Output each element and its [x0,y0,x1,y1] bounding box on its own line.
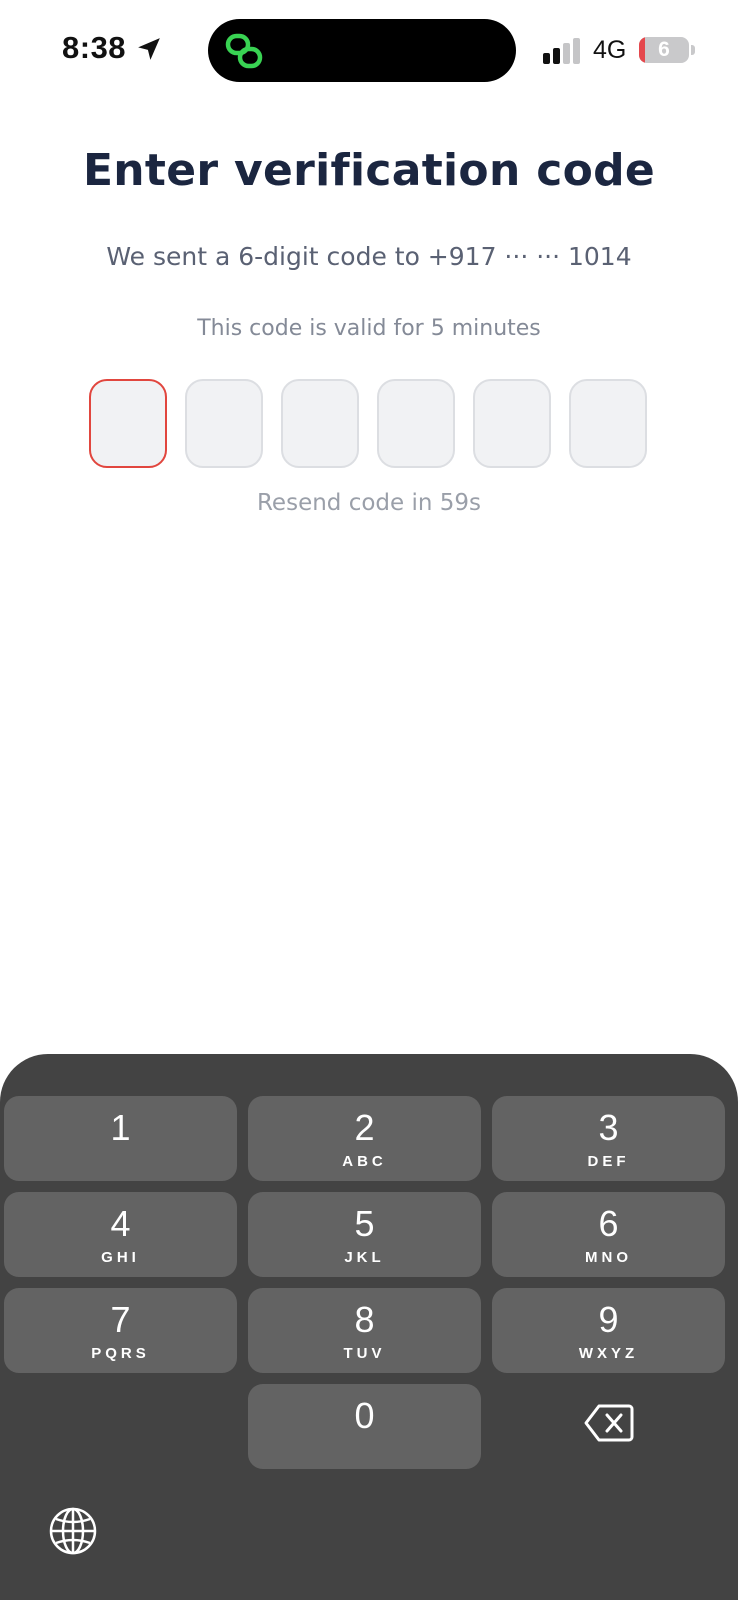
resend-timer: Resend code in 59s [256,490,482,516]
key-0[interactable]: 0 [248,1384,481,1469]
battery-cap [691,45,695,55]
numeric-keyboard: 1 2 ABC 3 DEF 4 GHI 5 JKL 6 MNO 7 PQRS 8 [0,1054,738,1600]
key-digit: 0 [354,1395,375,1436]
network-type: 4G [593,36,627,64]
key-letters: PQRS [91,1345,150,1362]
cellular-signal-icon [543,38,580,64]
key-digit: 5 [354,1203,375,1244]
code-digit-box-2[interactable] [185,379,263,468]
code-digit-box-1[interactable] [89,379,167,468]
key-letters: DEF [587,1153,630,1170]
key-7[interactable]: 7 PQRS [4,1288,237,1373]
key-digit: 3 [598,1107,619,1148]
key-letters: JKL [344,1249,385,1266]
key-letters: ABC [342,1153,387,1170]
key-letters: MNO [585,1249,632,1266]
key-letters: TUV [343,1345,386,1362]
key-digit: 2 [354,1107,375,1148]
code-digit-box-6[interactable] [569,379,647,468]
app-link-icon [225,33,263,69]
key-letters: GHI [101,1249,140,1266]
dynamic-island[interactable] [208,19,516,82]
key-3[interactable]: 3 DEF [492,1096,725,1181]
key-digit: 7 [110,1299,131,1340]
key-2[interactable]: 2 ABC [248,1096,481,1181]
code-digit-box-4[interactable] [377,379,455,468]
key-6[interactable]: 6 MNO [492,1192,725,1277]
status-time: 8:38 [62,30,127,65]
key-1[interactable]: 1 [4,1096,237,1181]
key-digit: 9 [598,1299,619,1340]
battery-level: 6 [658,38,670,61]
validity-message: This code is valid for 5 minutes [197,316,541,341]
key-letters: WXYZ [578,1345,639,1362]
sent-message: We sent a 6-digit code to +917 ··· ··· 1… [106,242,632,271]
key-5[interactable]: 5 JKL [248,1192,481,1277]
verification-screen: 8:38 4G 6 Enter verification code We sen… [0,0,738,1600]
code-digit-box-3[interactable] [281,379,359,468]
key-digit: 1 [110,1107,131,1148]
delete-icon[interactable] [584,1403,634,1443]
key-digit: 4 [110,1203,131,1244]
code-input-row [89,379,649,469]
globe-icon[interactable] [48,1506,98,1556]
key-9[interactable]: 9 WXYZ [492,1288,725,1373]
battery-icon: 6 [639,37,689,63]
page-title: Enter verification code [82,145,656,196]
key-4[interactable]: 4 GHI [4,1192,237,1277]
key-digit: 8 [354,1299,375,1340]
code-digit-box-5[interactable] [473,379,551,468]
key-8[interactable]: 8 TUV [248,1288,481,1373]
status-bar: 8:38 4G 6 [0,0,738,100]
location-arrow-icon [138,38,160,60]
key-digit: 6 [598,1203,619,1244]
